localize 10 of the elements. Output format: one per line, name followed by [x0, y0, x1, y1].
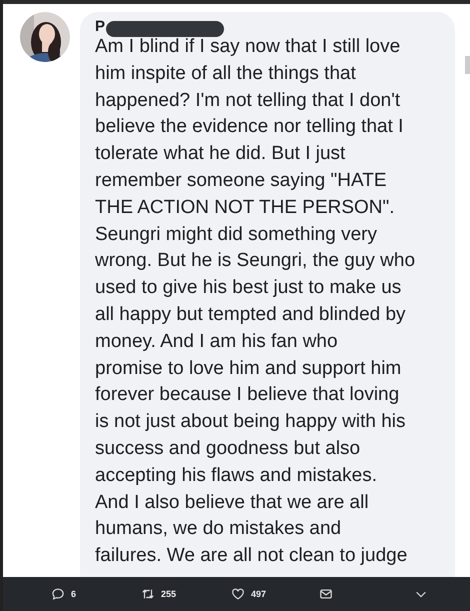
action-count: 6: [71, 589, 76, 599]
author-name: P: [95, 18, 106, 35]
mail-icon[interactable]: [319, 587, 333, 601]
action-count: 497: [251, 589, 266, 599]
retweet-icon[interactable]: [141, 587, 155, 601]
action-count: 255: [161, 589, 176, 599]
comment-text: Am I blind if I say now that I still love him inspite of all the things that happened? I'm not telling that I don't believe the evidence nor telling that I tolerate what he did. But I just remember someone saying "HATE THE ACTION NOT THE PERSON". Seungri might did something very wrong. But he is Seungri, the guy who used to give his best just to make us all happy but tempted and blinded by money. And I am his fan who promise to love him and support him forever because I believe that loving is not just about being happy with his success and goodness but also accepting his flaws and mistakes. And I also believe that we are all humans, we do mistakes and failures. We are all not clean to judge: [95, 35, 416, 568]
reply-icon[interactable]: [51, 587, 65, 601]
heart-icon[interactable]: [231, 587, 245, 601]
scrollbar-thumb[interactable]: [465, 56, 470, 74]
